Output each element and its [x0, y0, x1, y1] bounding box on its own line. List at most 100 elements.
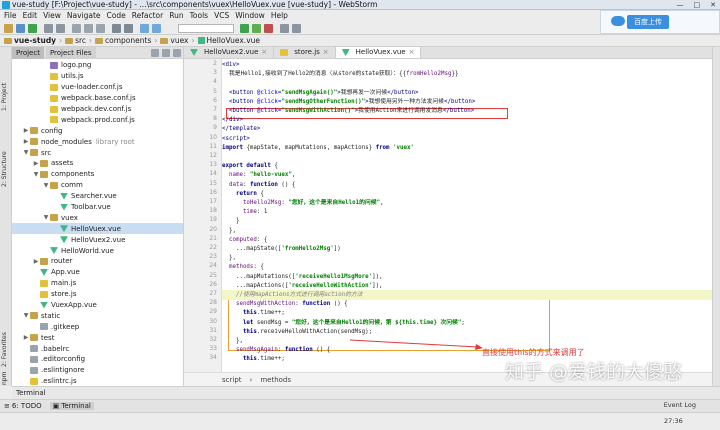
tree-item[interactable]: ▼ src — [12, 147, 183, 158]
tree-item[interactable]: HelloVuex.vue — [12, 223, 183, 235]
close-button[interactable]: ✕ — [710, 0, 716, 10]
menu-tools[interactable]: Tools — [190, 10, 208, 22]
copy-icon[interactable] — [84, 24, 93, 33]
tree-item[interactable]: store.js — [12, 289, 183, 300]
forward-icon[interactable] — [152, 24, 161, 33]
replace-icon[interactable] — [124, 24, 133, 33]
tree-item[interactable]: .editorconfig — [12, 354, 183, 365]
menu-navigate[interactable]: Navigate — [67, 10, 101, 22]
menu-edit[interactable]: Edit — [23, 10, 38, 22]
expand-arrow-icon[interactable]: ▼ — [32, 171, 40, 178]
stop-icon[interactable] — [264, 24, 273, 33]
todo-tab[interactable]: ≡ 6: TODO — [4, 402, 42, 410]
menu-code[interactable]: Code — [107, 10, 126, 22]
collapse-icon[interactable] — [162, 49, 170, 57]
expand-arrow-icon[interactable]: ▼ — [42, 214, 50, 221]
tree-item[interactable]: ▼ static — [12, 310, 183, 321]
expand-arrow-icon[interactable]: ▼ — [42, 182, 50, 189]
menu-view[interactable]: View — [43, 10, 61, 22]
tree-item[interactable]: .eslintrc.js — [12, 376, 183, 386]
tree-item[interactable]: .babelrc — [12, 343, 183, 354]
menu-run[interactable]: Run — [169, 10, 183, 22]
save-icon[interactable] — [16, 24, 25, 33]
redo-icon[interactable] — [56, 24, 65, 33]
run-icon[interactable] — [240, 24, 249, 33]
expand-arrow-icon[interactable]: ▶ — [22, 138, 30, 145]
menu-vcs[interactable]: VCS — [214, 10, 229, 22]
tree-item[interactable]: webpack.prod.conf.js — [12, 114, 183, 125]
close-tab-icon[interactable]: × — [323, 47, 329, 58]
tree-item[interactable]: VuexApp.vue — [12, 300, 183, 311]
expand-arrow-icon[interactable]: ▼ — [22, 312, 30, 319]
tree-item[interactable]: logo.png — [12, 60, 183, 71]
terminal-panel-header[interactable]: Terminal — [12, 386, 720, 399]
gear-icon[interactable] — [173, 49, 181, 57]
help-icon[interactable] — [292, 24, 301, 33]
tree-item[interactable]: HelloWorld.vue — [12, 245, 183, 256]
code-editor[interactable]: <div> 我是Hello1,接收到了Hello2的消息（从store的stat… — [222, 59, 712, 372]
tab-project[interactable]: Project — [12, 47, 44, 59]
event-log-button[interactable]: Event Log — [664, 401, 696, 409]
tree-item[interactable]: utils.js — [12, 71, 183, 82]
editor-tab[interactable]: HelloVuex2.vue × — [184, 47, 275, 58]
tree-item[interactable]: ▼ comm — [12, 180, 183, 191]
editor-tab[interactable]: store.js × — [274, 47, 336, 58]
structure-tool-tab[interactable]: 2: Structure — [1, 127, 11, 187]
crumb-vuex[interactable]: vuex — [170, 35, 188, 47]
tree-item[interactable]: .gitkeep — [12, 321, 183, 332]
npm-tool-tab[interactable]: npm — [1, 369, 11, 385]
back-icon[interactable] — [140, 24, 149, 33]
project-tool-tab[interactable]: 1: Project — [1, 51, 11, 111]
tree-item[interactable]: ▼ vuex — [12, 212, 183, 223]
expand-arrow-icon[interactable]: ▶ — [32, 160, 40, 167]
maximize-button[interactable]: □ — [694, 0, 701, 10]
tree-item[interactable]: HelloVuex2.vue — [12, 234, 183, 245]
crumb-src[interactable]: src — [75, 35, 86, 47]
undo-icon[interactable] — [44, 24, 53, 33]
tree-item[interactable]: webpack.base.conf.js — [12, 93, 183, 104]
sync-icon[interactable] — [28, 24, 37, 33]
menu-window[interactable]: Window — [235, 10, 265, 22]
terminal-tab[interactable]: ▣ Terminal — [49, 402, 94, 410]
menu-file[interactable]: File — [4, 10, 17, 22]
tree-item[interactable]: Searcher.vue — [12, 191, 183, 202]
tree-item[interactable]: Toolbar.vue — [12, 202, 183, 213]
tree-item[interactable]: vue-loader.conf.js — [12, 82, 183, 93]
favorites-tool-tab[interactable]: 2: Favorites — [1, 317, 11, 367]
expand-arrow-icon[interactable]: ▶ — [32, 258, 40, 265]
target-icon[interactable] — [151, 49, 159, 57]
crumb-components[interactable]: components — [105, 35, 151, 47]
debug-icon[interactable] — [252, 24, 261, 33]
tree-item[interactable]: main.js — [12, 278, 183, 289]
cut-icon[interactable] — [72, 24, 81, 33]
tree-item[interactable]: ▼ components — [12, 169, 183, 180]
menu-help[interactable]: Help — [271, 10, 288, 22]
crumb-project[interactable]: vue-study — [14, 35, 56, 47]
run-config-select[interactable] — [178, 24, 234, 33]
expand-arrow-icon[interactable]: ▶ — [22, 334, 30, 341]
tree-item[interactable]: ▶ node_modules library root — [12, 136, 183, 147]
expand-arrow-icon[interactable]: ▼ — [22, 149, 30, 156]
minimize-button[interactable]: — — [677, 0, 684, 10]
tree-item[interactable]: ▶ config — [12, 125, 183, 136]
baidu-upload-button[interactable]: 百度上传 — [627, 15, 669, 29]
close-tab-icon[interactable]: × — [261, 47, 267, 58]
tree-item[interactable]: App.vue — [12, 267, 183, 278]
menu-refactor[interactable]: Refactor — [132, 10, 163, 22]
expand-arrow-icon[interactable]: ▶ — [22, 127, 30, 134]
paste-icon[interactable] — [96, 24, 105, 33]
close-tab-icon[interactable]: × — [409, 47, 415, 58]
tab-project-files[interactable]: Project Files — [45, 47, 96, 59]
tree-item[interactable]: webpack.dev.conf.js — [12, 104, 183, 115]
tree-item[interactable]: ▶ router — [12, 256, 183, 267]
tree-item[interactable]: ▶ test — [12, 332, 183, 343]
tree-item[interactable]: .eslintignore — [12, 365, 183, 376]
tree-item[interactable]: ▶ assets — [12, 158, 183, 169]
find-icon[interactable] — [112, 24, 121, 33]
crumb-file[interactable]: HelloVuex.vue — [207, 35, 261, 47]
code-crumb-methods[interactable]: methods — [260, 376, 291, 384]
open-folder-icon[interactable] — [4, 24, 13, 33]
caret-position[interactable]: 27:36 — [664, 417, 683, 425]
settings-icon[interactable] — [280, 24, 289, 33]
editor-tab[interactable]: HelloVuex.vue × — [335, 47, 422, 58]
